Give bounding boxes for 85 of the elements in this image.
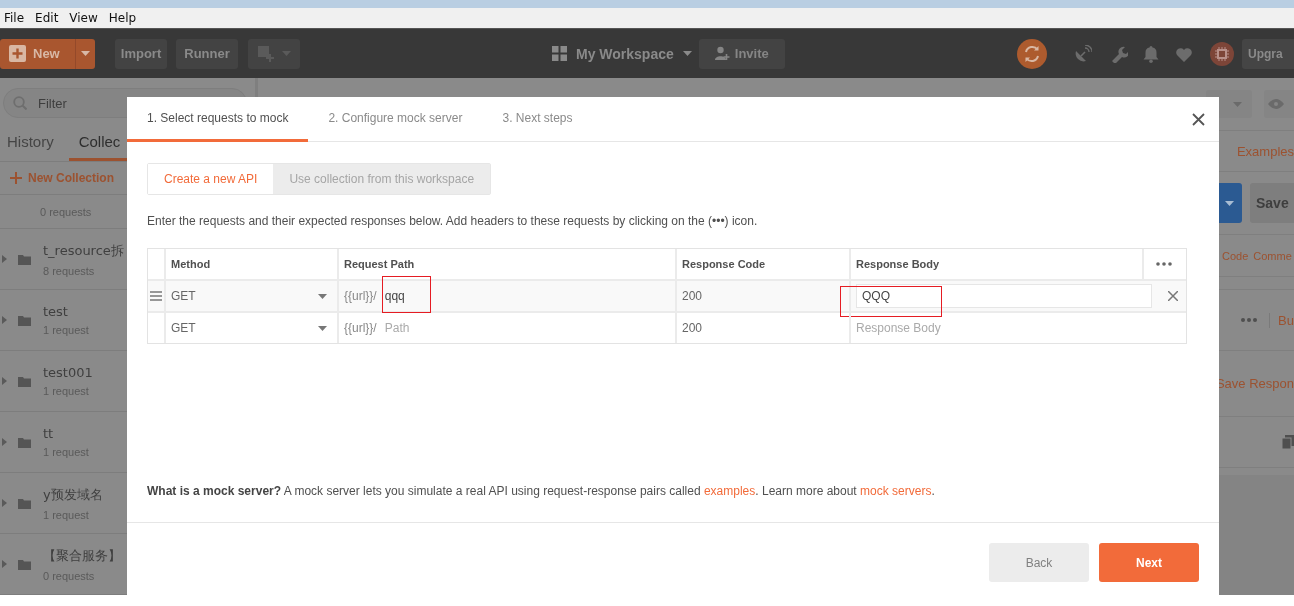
column-header: Response Body xyxy=(856,258,940,270)
collection-name[interactable]: test xyxy=(43,304,89,319)
close-icon xyxy=(1168,291,1178,301)
back-button[interactable]: Back xyxy=(989,543,1089,582)
caret-icon xyxy=(318,325,327,331)
expand-arrow-icon[interactable] xyxy=(2,560,7,568)
remove-row-button[interactable] xyxy=(1168,291,1178,301)
copy-icon[interactable] xyxy=(1282,435,1294,449)
request-tab[interactable]: Code xyxy=(1222,249,1249,262)
folder-icon xyxy=(18,375,31,387)
collection-name[interactable]: t_resource拆 xyxy=(43,241,124,260)
bulk-edit-link[interactable]: Bu xyxy=(1269,312,1294,328)
send-dropdown-button[interactable] xyxy=(1217,183,1242,223)
new-window-button[interactable] xyxy=(248,38,300,69)
caret-icon xyxy=(281,51,291,56)
plus-icon xyxy=(10,172,22,184)
collection-name[interactable]: 【聚合服务】 xyxy=(43,546,121,565)
import-button[interactable]: Import xyxy=(115,38,167,69)
new-button[interactable]: New xyxy=(0,38,95,69)
more-icon[interactable] xyxy=(1241,318,1258,322)
method-dropdown[interactable]: GET xyxy=(164,281,337,311)
column-header: Method xyxy=(171,258,211,270)
folder-icon xyxy=(18,436,31,448)
caret-icon xyxy=(1225,200,1234,206)
step-tab[interactable]: 3. Next steps xyxy=(482,97,593,142)
wrench-icon[interactable] xyxy=(1110,44,1128,63)
step-tab[interactable]: 1. Select requests to mock xyxy=(127,97,309,142)
path-field[interactable]: Path xyxy=(384,321,410,335)
eye-icon xyxy=(1268,99,1284,109)
response-body-field[interactable]: QQQ xyxy=(856,284,1152,308)
sync-icon[interactable] xyxy=(1017,38,1047,69)
path-prefix: {{url}}/ xyxy=(344,321,377,335)
folder-icon xyxy=(18,558,31,570)
expand-arrow-icon[interactable] xyxy=(2,316,7,324)
collection-name[interactable]: test001 xyxy=(43,365,93,380)
step-tab[interactable]: 2. Configure mock server xyxy=(308,97,483,142)
menu-item[interactable]: Edit xyxy=(31,11,64,25)
request-tab[interactable]: Comme xyxy=(1253,249,1292,262)
drag-handle-icon[interactable] xyxy=(150,291,162,301)
path-field[interactable]: qqq xyxy=(384,289,405,303)
column-header: Request Path xyxy=(344,258,415,270)
close-button[interactable] xyxy=(1192,112,1205,126)
eye-button[interactable] xyxy=(1264,90,1294,118)
instruction-text: Enter the requests and their expected responses below. Add headers to these requests by clicking on the (•••) icon. xyxy=(147,214,759,228)
workspace-name[interactable]: My Workspace xyxy=(576,45,674,62)
collection-name[interactable]: y预发域名 xyxy=(43,485,103,504)
runner-button[interactable]: Runner xyxy=(176,38,238,69)
segment-option[interactable]: Use collection from this workspace xyxy=(273,164,491,194)
expand-arrow-icon[interactable] xyxy=(2,499,7,507)
method-dropdown[interactable]: GET xyxy=(164,313,337,343)
response-code-field[interactable]: 200 xyxy=(682,321,703,335)
expand-arrow-icon[interactable] xyxy=(2,255,7,263)
caret-icon xyxy=(318,293,327,299)
menu-item[interactable]: Help xyxy=(104,11,142,25)
more-icon xyxy=(1156,262,1172,266)
expand-arrow-icon[interactable] xyxy=(2,377,7,385)
response-code-field[interactable]: 200 xyxy=(682,289,703,303)
folder-icon xyxy=(18,497,31,509)
response-body-field[interactable]: Response Body xyxy=(856,321,941,335)
column-header: Response Code xyxy=(682,258,766,270)
new-collection-button[interactable]: New Collection xyxy=(10,171,114,185)
upgrade-button[interactable]: Upgra xyxy=(1242,38,1294,69)
bell-icon[interactable] xyxy=(1142,44,1160,63)
user-plus-icon xyxy=(714,46,730,61)
folder-icon xyxy=(18,253,31,265)
menu-item[interactable]: File xyxy=(0,11,30,25)
workspace-caret-icon xyxy=(682,51,692,56)
examples-link[interactable]: Examples xyxy=(1236,143,1294,159)
invite-button[interactable]: Invite xyxy=(698,38,785,69)
caret-icon xyxy=(81,51,90,56)
sidebar-tab[interactable]: History xyxy=(0,124,61,161)
collection-name[interactable]: tt xyxy=(43,426,89,441)
folder-icon xyxy=(18,314,31,326)
expand-arrow-icon[interactable] xyxy=(2,438,7,446)
avatar-icon[interactable] xyxy=(1210,41,1234,66)
close-icon xyxy=(1192,112,1205,126)
caret-icon xyxy=(1233,101,1242,107)
next-button[interactable]: Next xyxy=(1099,543,1199,582)
save-button[interactable]: Save xyxy=(1250,183,1294,223)
grid-icon xyxy=(552,46,567,61)
path-prefix: {{url}}/ xyxy=(344,289,377,303)
plus-icon xyxy=(9,45,26,62)
menu-item[interactable]: View xyxy=(65,11,103,25)
satellite-dish-icon[interactable] xyxy=(1074,44,1092,63)
info-text: What is a mock server? A mock server lets you simulate a real API using request-response pairs called examples. Learn more about mock servers. xyxy=(147,484,936,498)
